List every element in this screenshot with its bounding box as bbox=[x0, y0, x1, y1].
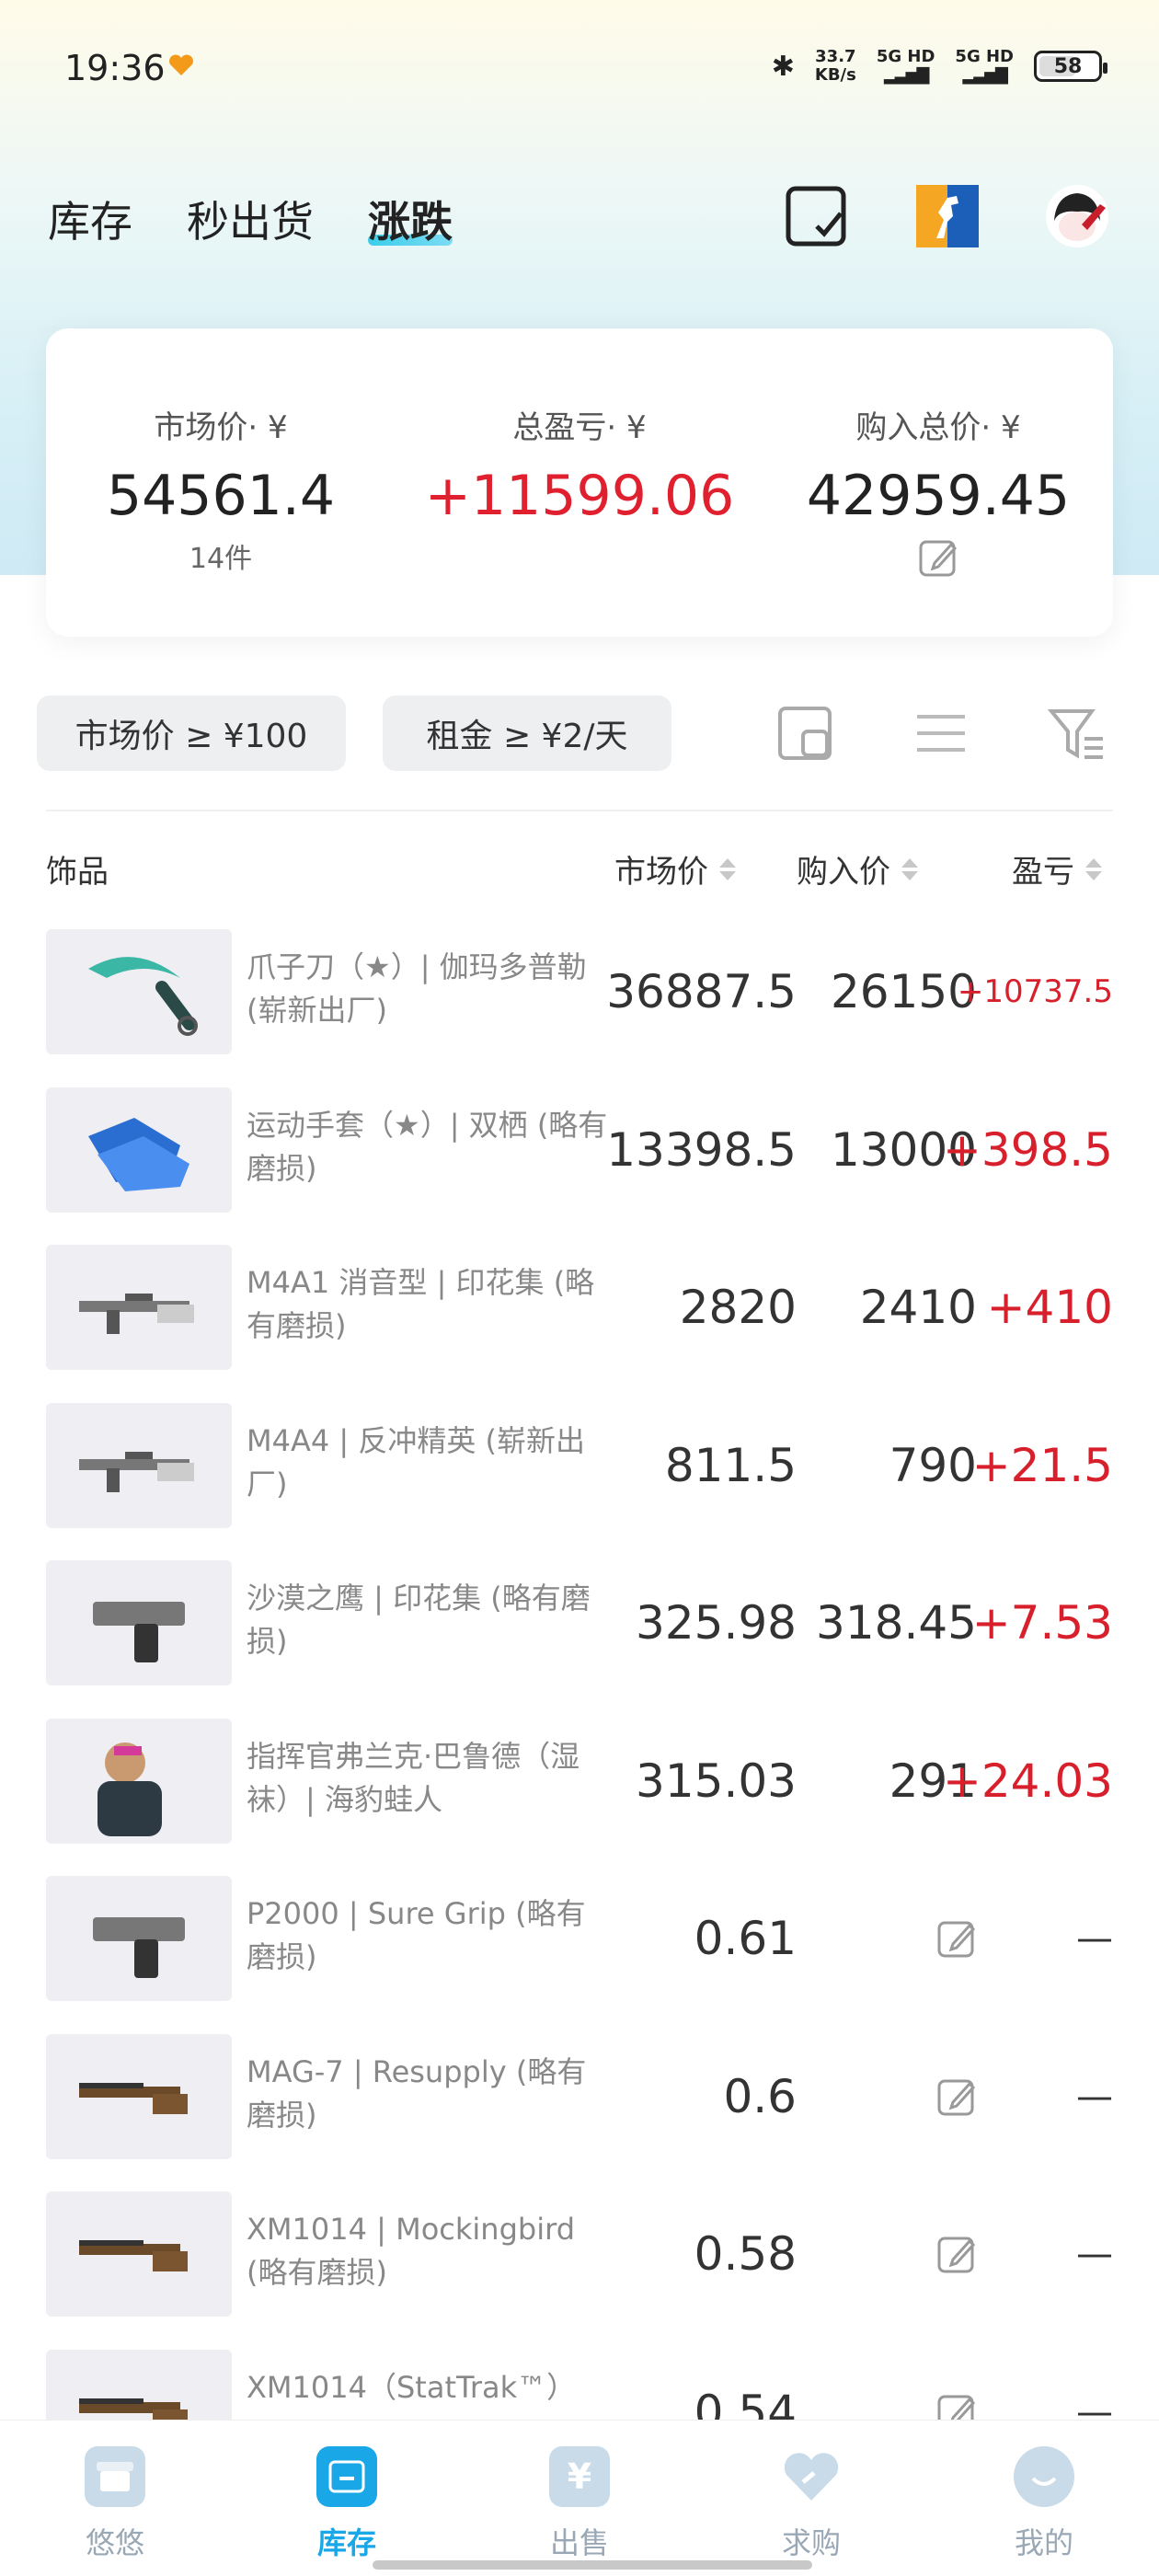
table-row[interactable]: M4A1 消音型 | 印花集 (略有磨损) 2820 2410 +410 bbox=[46, 1245, 1113, 1370]
shotgun-icon bbox=[46, 2033, 232, 2159]
net-speed: 33.7 KB/s bbox=[814, 47, 856, 85]
signal-2: 5G HD ▂▃▅▇ bbox=[955, 47, 1014, 85]
nav-buy-request[interactable]: 求购 bbox=[747, 2446, 876, 2562]
status-time: 19:36 bbox=[64, 48, 166, 88]
bluetooth-icon: ✱ bbox=[771, 50, 795, 83]
edit-buy-price-icon[interactable] bbox=[800, 2191, 977, 2317]
pistol-icon bbox=[46, 1876, 232, 2001]
bottom-nav: 悠悠 库存 ¥ 出售 求购 我的 bbox=[0, 2420, 1159, 2576]
item-name: 爪子刀（★）| 伽玛多普勒 (崭新出厂) bbox=[247, 949, 587, 1028]
summary-purchase: 购入总价· ¥ 42959.45 bbox=[763, 402, 1113, 581]
sort-icon bbox=[901, 857, 918, 880]
profit-loss: +7.53 bbox=[971, 1596, 1113, 1650]
nav-youyou[interactable]: 悠悠 bbox=[51, 2446, 179, 2562]
table-row[interactable]: M4A4 | 反冲精英 (崭新出厂) 811.5 790 +21.5 bbox=[46, 1402, 1113, 1528]
sort-buy-price[interactable]: 购入价 bbox=[797, 846, 918, 891]
profit-loss: +398.5 bbox=[942, 1122, 1113, 1177]
status-indicators: ✱ 33.7 KB/s 5G HD ▂▃▅▇ 5G HD ▂▃▅▇ 58 bbox=[771, 47, 1107, 85]
list-view-icon[interactable] bbox=[909, 701, 973, 765]
edit-icon[interactable] bbox=[763, 537, 1113, 581]
inventory-icon bbox=[316, 2446, 377, 2507]
buy-price: 26150 bbox=[830, 965, 977, 1018]
sort-market-price[interactable]: 市场价 bbox=[614, 846, 736, 891]
header-item: 饰品 bbox=[46, 854, 109, 891]
grid-view-icon[interactable] bbox=[773, 701, 837, 765]
store-icon bbox=[85, 2446, 145, 2507]
item-name: XM1014（StatTrak™） bbox=[247, 2369, 577, 2405]
cs-logo-icon[interactable] bbox=[915, 184, 980, 248]
battery-icon: 58 bbox=[1034, 51, 1107, 82]
table-row[interactable]: 沙漠之鹰 | 印花集 (略有磨损) 325.98 318.45 +7.53 bbox=[46, 1560, 1113, 1685]
buy-price: 318.45 bbox=[816, 1596, 977, 1650]
yen-tag-icon: ¥ bbox=[549, 2446, 610, 2507]
market-price: 0.61 bbox=[694, 1912, 797, 1965]
avatar[interactable] bbox=[1045, 184, 1109, 248]
signal-1: 5G HD ▂▃▅▇ bbox=[876, 47, 935, 85]
pistol-icon bbox=[46, 1560, 232, 1685]
rifle-icon bbox=[46, 1402, 232, 1528]
heart-icon bbox=[167, 53, 195, 77]
item-name: P2000 | Sure Grip (略有磨损) bbox=[247, 1896, 586, 1974]
edit-buy-price-icon[interactable] bbox=[800, 2034, 977, 2159]
item-name: M4A1 消音型 | 印花集 (略有磨损) bbox=[247, 1265, 595, 1343]
table-row[interactable]: XM1014 | Mockingbird (略有磨损) 0.58 — bbox=[46, 2191, 1113, 2317]
rifle-icon bbox=[46, 1245, 232, 1370]
item-name: 指挥官弗兰克·巴鲁德（湿袜）| 海豹蛙人 bbox=[247, 1738, 580, 1817]
tab-price-change[interactable]: 涨跌 bbox=[368, 189, 453, 249]
karambit-icon bbox=[46, 929, 232, 1054]
edit-buy-price-icon[interactable] bbox=[800, 1876, 977, 2001]
market-price: 811.5 bbox=[664, 1438, 797, 1492]
profile-icon bbox=[1014, 2446, 1074, 2507]
checkbox-icon[interactable] bbox=[784, 184, 848, 248]
table-row[interactable]: P2000 | Sure Grip (略有磨损) 0.61 — bbox=[46, 1876, 1113, 2001]
summary-profit: 总盈亏· ¥ +11599.06 bbox=[424, 409, 735, 528]
item-name: M4A4 | 反冲精英 (崭新出厂) bbox=[247, 1422, 586, 1501]
shotgun-icon bbox=[46, 2191, 232, 2317]
market-price: 325.98 bbox=[636, 1596, 797, 1650]
profit-loss: — bbox=[1076, 2075, 1113, 2118]
market-price: 0.58 bbox=[694, 2227, 797, 2281]
table-row[interactable]: MAG-7 | Resupply (略有磨损) 0.6 — bbox=[46, 2033, 1113, 2159]
table-row[interactable]: 爪子刀（★）| 伽玛多普勒 (崭新出厂) 36887.5 26150 +10737.5 bbox=[46, 929, 1113, 1054]
buy-price: 790 bbox=[889, 1438, 977, 1492]
summary-card: 市场价· ¥ 54561.4 14件 总盈亏· ¥ +11599.06 购入总价… bbox=[46, 328, 1113, 637]
table-row[interactable]: 指挥官弗兰克·巴鲁德（湿袜）| 海豹蛙人 315.03 291 +24.03 bbox=[46, 1718, 1113, 1844]
divider bbox=[46, 810, 1113, 811]
nav-inventory[interactable]: 库存 bbox=[282, 2446, 411, 2562]
item-name: MAG-7 | Resupply (略有磨损) bbox=[247, 2053, 587, 2133]
market-price: 2820 bbox=[679, 1281, 797, 1334]
profit-loss: +24.03 bbox=[942, 1754, 1113, 1808]
profit-loss: — bbox=[1076, 2233, 1113, 2275]
market-price: 315.03 bbox=[636, 1754, 797, 1808]
gloves-icon bbox=[46, 1087, 232, 1213]
item-name: 运动手套（★）| 双栖 (略有磨损) bbox=[247, 1107, 608, 1186]
summary-market: 市场价· ¥ 54561.4 14件 bbox=[106, 409, 336, 575]
filter-chip-rent[interactable]: 租金 ≥ ¥2/天 bbox=[383, 696, 671, 771]
tab-quick-sell[interactable]: 秒出货 bbox=[187, 189, 314, 249]
sort-profit[interactable]: 盈亏 bbox=[1012, 846, 1102, 891]
nav-mine[interactable]: 我的 bbox=[980, 2446, 1108, 2562]
home-indicator bbox=[373, 2560, 812, 2570]
item-name: XM1014 | Mockingbird (略有磨损) bbox=[247, 2212, 575, 2290]
sort-icon bbox=[719, 857, 736, 880]
market-price: 13398.5 bbox=[606, 1122, 797, 1177]
filter-icon[interactable] bbox=[1045, 701, 1109, 765]
profit-loss: +10737.5 bbox=[957, 973, 1113, 1010]
agent-icon bbox=[46, 1718, 232, 1844]
buy-price: 2410 bbox=[859, 1281, 977, 1334]
table-row[interactable]: 运动手套（★）| 双栖 (略有磨损) 13398.5 13000 +398.5 bbox=[46, 1087, 1113, 1213]
nav-sell[interactable]: ¥ 出售 bbox=[515, 2446, 644, 2562]
market-price: 36887.5 bbox=[606, 965, 797, 1018]
item-name: 沙漠之鹰 | 印花集 (略有磨损) bbox=[247, 1581, 591, 1659]
heart-hand-icon bbox=[781, 2446, 842, 2507]
profit-loss: +410 bbox=[986, 1281, 1113, 1334]
sort-icon bbox=[1085, 857, 1102, 880]
profit-loss: — bbox=[1076, 1917, 1113, 1960]
filter-chip-market-price[interactable]: 市场价 ≥ ¥100 bbox=[37, 696, 346, 771]
tab-inventory[interactable]: 库存 bbox=[48, 189, 132, 249]
profit-loss: +21.5 bbox=[971, 1438, 1113, 1492]
market-price: 0.6 bbox=[723, 2069, 797, 2123]
